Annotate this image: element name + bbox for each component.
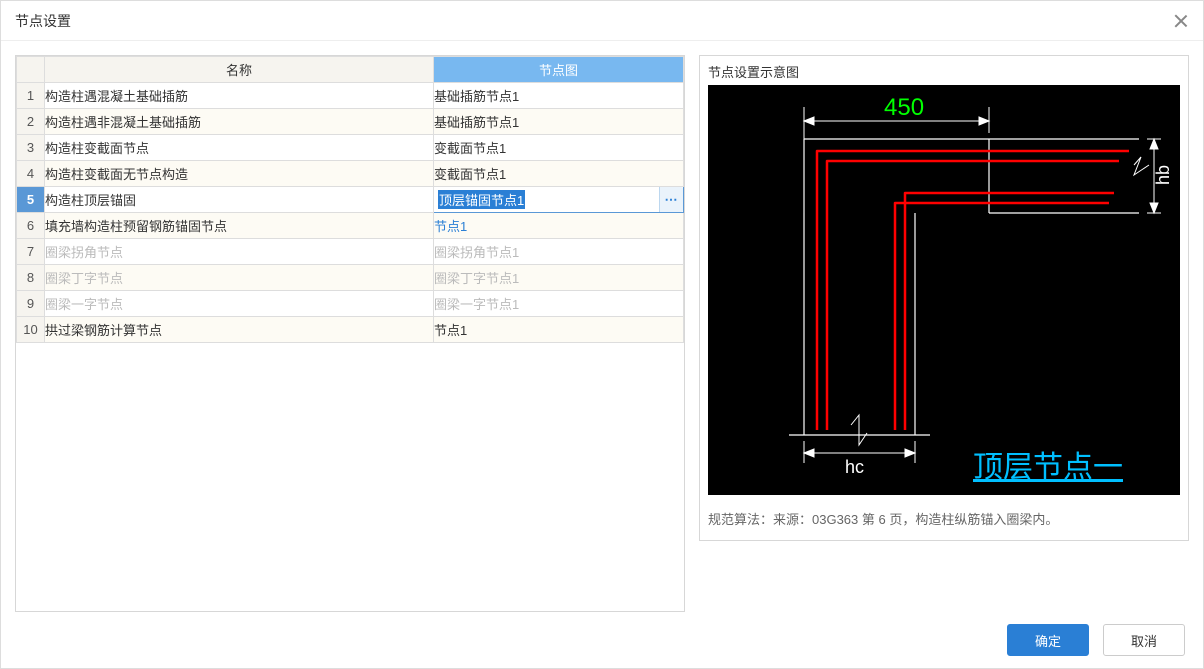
header-num bbox=[17, 57, 45, 83]
row-number: 8 bbox=[17, 265, 45, 291]
table-row[interactable]: 2构造柱遇非混凝土基础插筋基础插筋节点1 bbox=[17, 109, 684, 135]
cell-name[interactable]: 拱过梁钢筋计算节点 bbox=[45, 317, 434, 343]
table-row[interactable]: 6填充墙构造柱预留钢筋锚固节点节点1 bbox=[17, 213, 684, 239]
cell-node[interactable]: 圈梁丁字节点1 bbox=[434, 265, 684, 291]
node-table: 名称 节点图 1构造柱遇混凝土基础插筋基础插筋节点12构造柱遇非混凝土基础插筋基… bbox=[16, 56, 684, 343]
cell-node[interactable]: 节点1 bbox=[434, 317, 684, 343]
dialog-title: 节点设置 bbox=[15, 11, 1173, 31]
row-number: 6 bbox=[17, 213, 45, 239]
cell-node[interactable]: 变截面节点1 bbox=[434, 161, 684, 187]
table-row[interactable]: 5构造柱顶层锚固顶层锚固节点1 ⋯ bbox=[17, 187, 684, 213]
table-row[interactable]: 9圈梁一字节点圈梁一字节点1 bbox=[17, 291, 684, 317]
cell-name[interactable]: 构造柱顶层锚固 bbox=[45, 187, 434, 213]
cell-node[interactable]: 节点1 bbox=[434, 213, 684, 239]
row-number: 1 bbox=[17, 83, 45, 109]
cell-name[interactable]: 圈梁一字节点 bbox=[45, 291, 434, 317]
row-number: 7 bbox=[17, 239, 45, 265]
preview-title: 节点设置示意图 bbox=[708, 62, 1180, 81]
dim-top: 450 bbox=[884, 94, 924, 121]
cell-name[interactable]: 圈梁丁字节点 bbox=[45, 265, 434, 291]
close-icon[interactable] bbox=[1173, 13, 1189, 29]
node-settings-dialog: 节点设置 名称 节点图 1构造柱遇混凝土基础插筋基础插筋节点12构造柱遇非混凝土… bbox=[0, 0, 1204, 669]
ellipsis-button[interactable]: ⋯ bbox=[659, 187, 683, 212]
dialog-body: 名称 节点图 1构造柱遇混凝土基础插筋基础插筋节点12构造柱遇非混凝土基础插筋基… bbox=[1, 41, 1203, 612]
cell-node[interactable]: 圈梁一字节点1 bbox=[434, 291, 684, 317]
dim-bottom: hc bbox=[845, 457, 864, 477]
row-number: 4 bbox=[17, 161, 45, 187]
header-node[interactable]: 节点图 bbox=[434, 57, 684, 83]
titlebar: 节点设置 bbox=[1, 1, 1203, 41]
table-row[interactable]: 1构造柱遇混凝土基础插筋基础插筋节点1 bbox=[17, 83, 684, 109]
editing-text[interactable]: 顶层锚固节点1 bbox=[438, 190, 525, 209]
source-note: 规范算法：来源：03G363 第 6 页，构造柱纵筋锚入圈梁内。 bbox=[708, 509, 1180, 528]
cell-name[interactable]: 构造柱遇非混凝土基础插筋 bbox=[45, 109, 434, 135]
preview-diagram: 450 bbox=[708, 85, 1180, 495]
table-row[interactable]: 3构造柱变截面节点变截面节点1 bbox=[17, 135, 684, 161]
cell-node[interactable]: 基础插筋节点1 bbox=[434, 83, 684, 109]
preview-box: 节点设置示意图 450 bbox=[699, 55, 1189, 541]
table-row[interactable]: 4构造柱变截面无节点构造变截面节点1 bbox=[17, 161, 684, 187]
dialog-footer: 确定 取消 bbox=[1, 612, 1203, 668]
cell-name[interactable]: 填充墙构造柱预留钢筋锚固节点 bbox=[45, 213, 434, 239]
table-row[interactable]: 10拱过梁钢筋计算节点节点1 bbox=[17, 317, 684, 343]
cell-name[interactable]: 构造柱变截面节点 bbox=[45, 135, 434, 161]
dim-right: hb bbox=[1153, 165, 1173, 185]
table-row[interactable]: 8圈梁丁字节点圈梁丁字节点1 bbox=[17, 265, 684, 291]
row-number: 9 bbox=[17, 291, 45, 317]
ok-button[interactable]: 确定 bbox=[1007, 624, 1089, 656]
cancel-button[interactable]: 取消 bbox=[1103, 624, 1185, 656]
row-number: 2 bbox=[17, 109, 45, 135]
cell-node[interactable]: 基础插筋节点1 bbox=[434, 109, 684, 135]
header-name[interactable]: 名称 bbox=[45, 57, 434, 83]
row-number: 5 bbox=[17, 187, 45, 213]
cell-node[interactable]: 圈梁拐角节点1 bbox=[434, 239, 684, 265]
diagram-caption: 顶层节点一 bbox=[973, 451, 1123, 484]
table-pane: 名称 节点图 1构造柱遇混凝土基础插筋基础插筋节点12构造柱遇非混凝土基础插筋基… bbox=[15, 55, 685, 612]
cell-name[interactable]: 圈梁拐角节点 bbox=[45, 239, 434, 265]
cell-name[interactable]: 构造柱变截面无节点构造 bbox=[45, 161, 434, 187]
preview-pane: 节点设置示意图 450 bbox=[699, 55, 1189, 612]
cell-node[interactable]: 变截面节点1 bbox=[434, 135, 684, 161]
cell-name[interactable]: 构造柱遇混凝土基础插筋 bbox=[45, 83, 434, 109]
row-number: 10 bbox=[17, 317, 45, 343]
table-row[interactable]: 7圈梁拐角节点圈梁拐角节点1 bbox=[17, 239, 684, 265]
cell-node[interactable]: 顶层锚固节点1 ⋯ bbox=[434, 187, 684, 213]
row-number: 3 bbox=[17, 135, 45, 161]
